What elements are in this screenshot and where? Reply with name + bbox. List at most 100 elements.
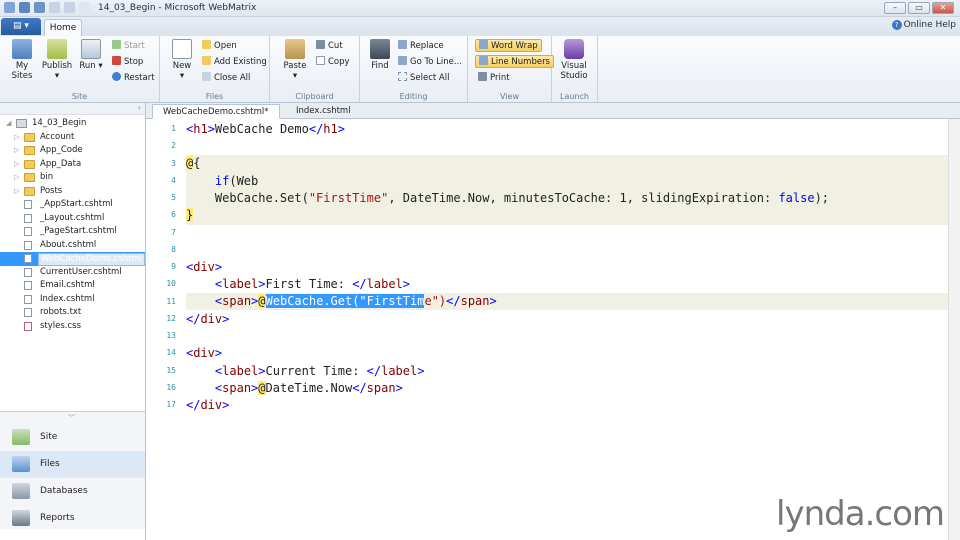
new-label: New xyxy=(172,61,192,71)
tree-item[interactable]: robots.txt xyxy=(0,306,145,320)
open-button[interactable]: Open xyxy=(202,40,237,53)
add-existing-button[interactable]: Add Existing xyxy=(202,56,267,69)
ribbon-tab-bar: ▤ ▾ Home ? Online Help xyxy=(0,17,960,36)
file-icon xyxy=(24,267,32,277)
code-line-11: <span>@WebCache.Get("FirstTime")</span> xyxy=(214,294,497,308)
code-editor[interactable]: 1 2 3 4 5 6 7 8 9 10 11 12 13 14 15 16 1… xyxy=(146,119,960,540)
nav-databases[interactable]: Databases xyxy=(0,478,145,505)
code-line-3: @{ xyxy=(186,156,201,170)
new-button[interactable]: New ▾ xyxy=(165,39,199,81)
tab-home[interactable]: Home xyxy=(44,19,82,36)
tree-item[interactable]: Index.cshtml xyxy=(0,293,145,307)
file-icon xyxy=(24,254,32,263)
collapse-icon[interactable]: ‹ xyxy=(138,103,141,112)
restart-label: Restart xyxy=(124,73,155,83)
line-number: 10 xyxy=(166,279,176,288)
tree-item-label: robots.txt xyxy=(40,307,82,317)
my-sites-label: My Sites xyxy=(11,61,33,81)
expand-arrow-icon[interactable]: ◢ xyxy=(6,117,14,131)
expand-arrow-icon[interactable]: ▷ xyxy=(14,131,22,145)
chevron-down-icon[interactable]: ﹀ xyxy=(68,413,75,423)
line-number: 12 xyxy=(166,314,176,323)
arrow-right-icon xyxy=(398,56,407,65)
tree-item[interactable]: _Layout.cshtml xyxy=(0,212,145,226)
redo-icon[interactable] xyxy=(64,2,75,13)
online-help-label: Online Help xyxy=(903,20,956,30)
goto-line-button[interactable]: Go To Line... xyxy=(398,56,462,69)
tree-root[interactable]: ◢ 14_03_Begin xyxy=(0,117,145,131)
tree-item-label: App_Code xyxy=(40,145,83,155)
tree-item[interactable]: ▷ App_Data xyxy=(0,158,145,172)
group-files: New ▾ Open Add Existing Close All Files xyxy=(160,36,270,102)
print-button[interactable]: Print xyxy=(478,72,510,85)
minimize-button[interactable]: – xyxy=(884,2,906,14)
my-sites-icon xyxy=(12,39,32,59)
tree-item[interactable]: About.cshtml xyxy=(0,239,145,253)
cut-button[interactable]: Cut xyxy=(316,40,343,53)
expand-arrow-icon[interactable]: ▷ xyxy=(14,185,22,199)
maximize-button[interactable]: ▭ xyxy=(908,2,930,14)
stop-button[interactable]: Stop xyxy=(112,56,143,69)
publish-button[interactable]: Publish ▾ xyxy=(40,39,74,81)
tree-item[interactable]: _AppStart.cshtml xyxy=(0,198,145,212)
save-all-icon[interactable] xyxy=(34,2,45,13)
find-button[interactable]: Find xyxy=(363,39,397,71)
start-button[interactable]: Start xyxy=(112,40,145,53)
code-line-9: <div> xyxy=(186,260,223,274)
tree-item-selected[interactable]: WebCacheDemo.cshtml xyxy=(0,252,146,266)
ribbon: My Sites Publish ▾ Run ▾ Start Stop Rest… xyxy=(0,36,960,103)
expand-arrow-icon[interactable]: ▷ xyxy=(14,144,22,158)
run-icon xyxy=(81,39,101,59)
group-view: Word Wrap Line Numbers Print View xyxy=(468,36,554,102)
tree-item[interactable]: styles.css xyxy=(0,320,145,334)
restart-button[interactable]: Restart xyxy=(112,72,155,85)
code-line-17: </div> xyxy=(186,398,230,412)
tree-item[interactable]: ▷ bin xyxy=(0,171,145,185)
paste-button[interactable]: Paste ▾ xyxy=(278,39,312,81)
vertical-scrollbar[interactable] xyxy=(948,119,960,540)
expand-arrow-icon[interactable]: ▷ xyxy=(14,158,22,172)
code-line-1: <h1>WebCache Demo</h1> xyxy=(186,122,345,136)
application-menu-button[interactable]: ▤ ▾ xyxy=(1,18,41,35)
line-numbers-toggle[interactable]: Line Numbers xyxy=(475,55,554,68)
tree-item[interactable]: _PageStart.cshtml xyxy=(0,225,145,239)
tree-root-label: 14_03_Begin xyxy=(32,118,87,128)
word-wrap-toggle[interactable]: Word Wrap xyxy=(475,39,542,52)
run-button[interactable]: Run ▾ xyxy=(74,39,108,71)
nav-files[interactable]: Files xyxy=(0,451,145,478)
tree-item[interactable]: ▷ App_Code xyxy=(0,144,145,158)
stop-label: Stop xyxy=(124,57,144,67)
group-clipboard: Paste ▾ Cut Copy Clipboard xyxy=(270,36,360,102)
close-all-button[interactable]: Close All xyxy=(202,72,250,85)
tree-item[interactable]: CurrentUser.cshtml xyxy=(0,266,145,280)
new-file-icon xyxy=(172,39,192,59)
copy-button[interactable]: Copy xyxy=(316,56,350,69)
close-button[interactable]: ✕ xyxy=(932,2,954,14)
save-icon[interactable] xyxy=(19,2,30,13)
tree-item[interactable]: ▷ Posts xyxy=(0,185,145,199)
tab-index[interactable]: Index.cshtml xyxy=(286,104,361,119)
expand-arrow-icon[interactable]: ▷ xyxy=(14,171,22,185)
tab-webcachedemo[interactable]: WebCacheDemo.cshtml* xyxy=(152,104,280,119)
folder-icon xyxy=(24,186,35,196)
select-all-button[interactable]: Select All xyxy=(398,72,449,85)
nav-site[interactable]: Site xyxy=(0,424,145,451)
undo-icon[interactable] xyxy=(49,2,60,13)
visual-studio-button[interactable]: Visual Studio xyxy=(557,39,591,81)
cut-label: Cut xyxy=(328,41,343,51)
nav-reports[interactable]: Reports xyxy=(0,505,145,532)
tree-item-label: Posts xyxy=(40,185,63,196)
reports-icon xyxy=(12,510,30,526)
app-menu-icon[interactable] xyxy=(4,2,15,13)
code-line-6: } xyxy=(186,208,194,222)
online-help-link[interactable]: ? Online Help xyxy=(891,20,956,30)
printer-icon xyxy=(478,72,487,81)
group-editing: Find Replace Go To Line... Select All Ed… xyxy=(360,36,468,102)
open-folder-icon xyxy=(202,40,211,49)
replace-button[interactable]: Replace xyxy=(398,40,444,53)
dropdown-icon[interactable] xyxy=(79,2,90,13)
tree-item[interactable]: ▷ Account xyxy=(0,131,145,145)
tree-item[interactable]: Email.cshtml xyxy=(0,279,145,293)
my-sites-button[interactable]: My Sites xyxy=(5,39,39,81)
paste-label: Paste xyxy=(283,61,307,71)
